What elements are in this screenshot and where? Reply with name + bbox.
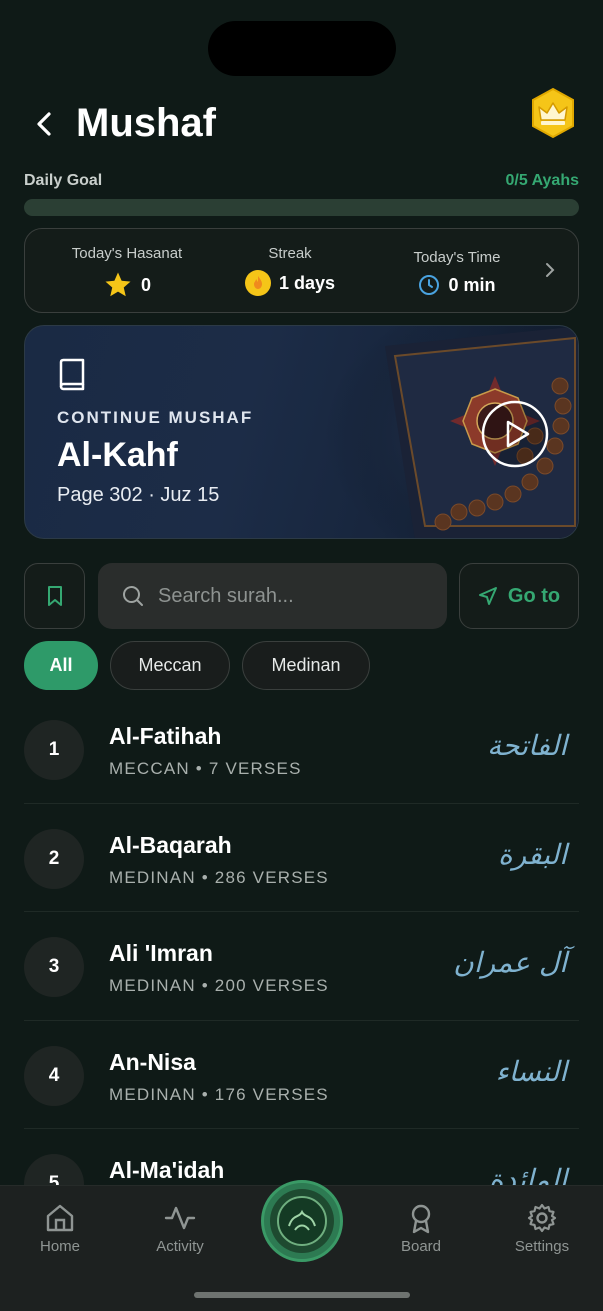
surah-arabic-name: الفاتحة xyxy=(487,729,567,762)
filter-all[interactable]: All xyxy=(24,641,98,690)
play-button[interactable] xyxy=(481,400,549,468)
surah-row[interactable]: 3 Ali 'Imran MEDINAN • 200 VERSES آل عمر… xyxy=(24,912,579,1021)
tab-home-label: Home xyxy=(39,1238,80,1255)
surah-name: Ali 'Imran xyxy=(109,940,213,966)
flame-icon xyxy=(244,270,271,296)
dynamic-island xyxy=(208,21,396,76)
book-icon xyxy=(59,358,85,391)
tab-board-label: Board xyxy=(400,1238,442,1255)
continue-kicker: CONTINUE MUSHAF xyxy=(57,408,254,427)
page-title: Mushaf xyxy=(76,101,216,145)
crown-icon xyxy=(532,87,574,139)
search-input[interactable] xyxy=(158,584,428,608)
header: Mushaf xyxy=(24,87,579,155)
surah-number: 4 xyxy=(24,1045,84,1106)
activity-icon xyxy=(164,1206,196,1230)
surah-meta: MECCAN • 7 VERSES xyxy=(109,759,302,778)
surah-arabic-name: النساء xyxy=(495,1054,567,1088)
surah-meta: MEDINAN • 286 VERSES xyxy=(109,867,329,887)
continue-reading-card[interactable]: CONTINUE MUSHAF Al-Kahf Page 302 · Juz 1… xyxy=(24,325,579,539)
goto-button[interactable]: Go to xyxy=(459,563,579,629)
continue-surah-title: Al-Kahf xyxy=(57,436,178,474)
surah-name: Al-Baqarah xyxy=(109,831,232,858)
daily-goal-progress-bar xyxy=(24,199,579,216)
quran-emblem-icon xyxy=(270,1189,334,1253)
surah-number: 2 xyxy=(24,828,84,889)
search-box[interactable] xyxy=(98,563,447,629)
stats-card[interactable]: Today's Hasanat 0 Streak 1 days Today's … xyxy=(24,228,579,313)
bookmark-icon xyxy=(47,586,62,606)
back-button[interactable] xyxy=(30,109,60,139)
daily-goal: Daily Goal 0/5 Ayahs xyxy=(24,172,579,216)
surah-name: An-Nisa xyxy=(109,1048,196,1075)
tab-activity-label: Activity xyxy=(156,1238,204,1255)
continue-page-detail: Page 302 · Juz 15 xyxy=(57,484,220,506)
clock-icon xyxy=(419,275,440,295)
surah-row[interactable]: 2 Al-Baqarah MEDINAN • 286 VERSES البقرة xyxy=(24,804,579,912)
hasanat-stat: Today's Hasanat 0 xyxy=(57,229,197,312)
search-icon xyxy=(123,586,143,606)
navigation-arrow-icon xyxy=(478,587,497,605)
surah-meta: MEDINAN • 200 VERSES xyxy=(109,976,329,995)
hasanat-label: Today's Hasanat xyxy=(71,245,183,262)
time-label: Today's Time xyxy=(413,249,501,266)
surah-number: 5 xyxy=(24,1154,84,1185)
surah-toolbar: Go to xyxy=(24,563,579,629)
daily-goal-value: 0/5 Ayahs xyxy=(505,172,579,189)
home-indicator xyxy=(194,1292,410,1298)
chevron-left-icon xyxy=(37,112,51,136)
filter-meccan[interactable]: Meccan xyxy=(110,641,230,690)
tab-settings[interactable]: Settings xyxy=(497,1202,587,1255)
tab-home[interactable]: Home xyxy=(15,1202,105,1255)
bookmarks-button[interactable] xyxy=(24,563,85,629)
streak-label: Streak xyxy=(268,245,312,262)
surah-arabic-name: المائدة xyxy=(488,1163,567,1185)
chevron-right-icon xyxy=(546,263,555,277)
time-value: 0 min xyxy=(448,274,496,295)
surah-row[interactable]: 5 Al-Ma'idah المائدة xyxy=(24,1129,579,1185)
daily-goal-label: Daily Goal xyxy=(24,172,103,189)
tab-board[interactable]: Board xyxy=(376,1202,466,1255)
surah-arabic-name: البقرة xyxy=(497,837,567,871)
filter-chips: All Meccan Medinan xyxy=(24,641,370,690)
gear-icon xyxy=(527,1203,557,1233)
filter-medinan[interactable]: Medinan xyxy=(242,641,370,690)
tab-mushaf[interactable] xyxy=(261,1180,343,1262)
award-icon xyxy=(411,1204,431,1234)
streak-value: 1 days xyxy=(278,272,336,293)
hasanat-value: 0 xyxy=(140,274,151,295)
surah-row[interactable]: 1 Al-Fatihah MECCAN • 7 VERSES الفاتحة xyxy=(24,695,579,804)
surah-arabic-name: آل عمران xyxy=(453,946,567,979)
home-icon xyxy=(46,1204,74,1232)
surah-number: 3 xyxy=(24,937,84,997)
surah-row[interactable]: 4 An-Nisa MEDINAN • 176 VERSES النساء xyxy=(24,1021,579,1129)
time-stat: Today's Time 0 min xyxy=(397,229,517,312)
surah-name: Al-Ma'idah xyxy=(109,1157,225,1183)
surah-meta: MEDINAN • 176 VERSES xyxy=(109,1084,329,1104)
streak-stat: Streak 1 days xyxy=(235,229,345,312)
surah-list: 1 Al-Fatihah MECCAN • 7 VERSES الفاتحة 2… xyxy=(24,695,579,1185)
tab-settings-label: Settings xyxy=(514,1238,570,1255)
premium-button[interactable] xyxy=(527,87,579,139)
surah-number: 1 xyxy=(24,720,84,780)
surah-name: Al-Fatihah xyxy=(109,723,222,749)
tab-activity[interactable]: Activity xyxy=(135,1202,225,1255)
star-icon xyxy=(105,272,131,297)
goto-label: Go to xyxy=(507,584,561,607)
